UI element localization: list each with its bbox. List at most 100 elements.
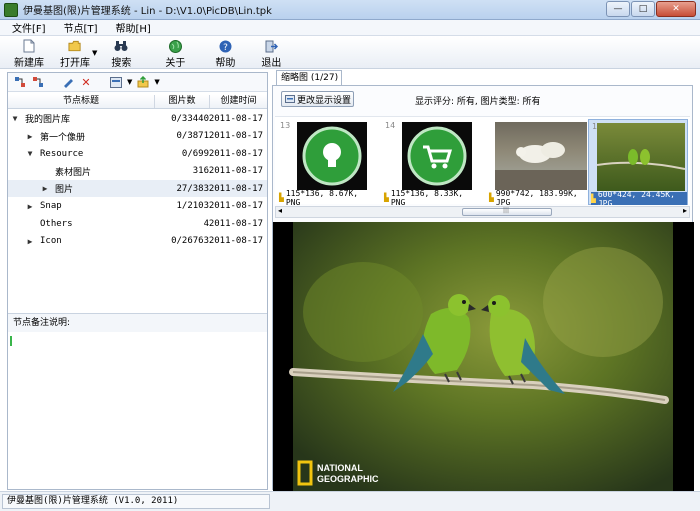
thumbnail-image (495, 122, 587, 190)
window-title: 伊曼基图(限)片管理系统 - Lin - D:\V1.0\PicDB\Lin.t… (23, 6, 272, 17)
open-library-button[interactable]: 打开库 (60, 37, 90, 69)
tree-row-date: 2011-08-17 (208, 148, 263, 159)
tree-row[interactable]: ▶ Snap 1/2103 2011-08-17 (8, 198, 267, 215)
thumbnail-item[interactable]: 13 ▙ 115*136, 8.67K, PNG (277, 119, 379, 207)
search-button[interactable]: 搜索 (111, 37, 131, 69)
folder-open-icon (68, 39, 82, 53)
maximize-button[interactable]: □ (631, 1, 655, 17)
tree-row[interactable]: ▶ 图片 27/383 2011-08-17 (8, 180, 267, 197)
new-library-button[interactable]: 新建库 (14, 37, 44, 69)
tree-row[interactable]: Others 4 2011-08-17 (8, 215, 267, 232)
menu-help[interactable]: 帮助[H] (103, 20, 156, 35)
main-toolbar: 新建库 打开库 ▼ 搜索 关于 ? 帮助 退出 (0, 37, 700, 69)
expander-icon[interactable]: ▶ (26, 132, 34, 141)
header-title[interactable]: 节点标题 (8, 95, 155, 108)
tree-row-date: 2011-08-17 (208, 131, 263, 141)
expander-icon[interactable]: ▶ (41, 184, 49, 193)
thumbnail-tab-content: 更改显示设置 显示评分: 所有, 图片类型: 所有 13 ▙ 115*136, … (272, 85, 694, 492)
watermark-line2: GEOGRAPHIC (317, 474, 379, 484)
header-count[interactable]: 图片数 (155, 95, 210, 108)
settings-icon (285, 95, 295, 103)
view-mode-dropdown-icon[interactable]: ▼ (127, 78, 132, 86)
menu-node[interactable]: 节点[T] (52, 20, 104, 35)
export-dropdown-icon[interactable]: ▼ (154, 78, 159, 86)
display-settings-button[interactable]: 更改显示设置 (281, 91, 354, 107)
thumbnail-item-selected[interactable]: 16 ▙ 600*424, 24.45K, JPG (588, 119, 688, 208)
display-settings-label: 更改显示设置 (297, 95, 352, 106)
thumbnail-item[interactable]: 14 ▙ 115*136, 8.33K, PNG (382, 119, 484, 207)
tree-toolbar: ✕ ▼ ▼ (8, 73, 267, 92)
exit-button[interactable]: 退出 (261, 37, 281, 69)
tree-row-count: 27/383 (176, 183, 209, 194)
thumbnail-image (597, 123, 685, 191)
star-icon: ▙ (591, 194, 596, 203)
tree-row[interactable]: ▶ Icon 0/26763 2011-08-17 (8, 233, 267, 250)
expander-icon[interactable]: ▼ (11, 114, 19, 123)
tree-row-label: 我的图片库 (25, 115, 71, 125)
tree-row-count: 0/3871 (176, 131, 209, 141)
globe-icon (168, 39, 182, 53)
thumbnail-caption: ▙ 115*136, 8.33K, PNG (384, 188, 480, 207)
tree-row-date: 2011-08-17 (208, 218, 263, 229)
view-mode-icon[interactable] (109, 76, 123, 89)
export-icon[interactable] (136, 76, 150, 89)
thumbnail-number: 13 (280, 121, 291, 130)
close-button[interactable]: ✕ (656, 1, 696, 17)
tree-row-label: Others (40, 218, 73, 229)
tree-row-date: 2011-08-17 (208, 166, 263, 176)
parrots-thumbnail-photo (597, 149, 685, 170)
expander-icon[interactable]: ▶ (26, 202, 34, 211)
expander-icon[interactable]: ▶ (26, 237, 34, 246)
new-document-icon (22, 39, 36, 53)
tree-row-label: 图片 (55, 185, 74, 195)
collapse-all-icon[interactable] (31, 76, 45, 89)
help-icon: ? (218, 39, 232, 53)
status-text: 伊曼基图(限)片管理系统 (V1.0, 2011) (2, 494, 270, 509)
scrollbar-thumb[interactable]: ||| (462, 207, 552, 216)
tree-row-date: 2011-08-17 (208, 183, 263, 194)
thumbnail-scrollbar[interactable]: ◂ ||| ▸ (275, 206, 690, 218)
tree-row[interactable]: ▶ 第一个像册 0/3871 2011-08-17 (8, 128, 267, 145)
node-notes-panel: 节点备注说明: (8, 313, 267, 489)
thumbnail-caption: ▙ 600*424, 24.45K, JPG (591, 189, 687, 208)
open-dropdown-icon[interactable]: ▼ (92, 49, 97, 57)
thumbnail-caption-text: 990*742, 183.99K, JPG (495, 188, 578, 207)
binoculars-icon (114, 39, 128, 53)
watermark-line1: NATIONAL (317, 463, 363, 473)
thumbnail-caption-text: 115*136, 8.33K, PNG (390, 188, 464, 207)
exit-icon (264, 39, 278, 53)
image-pane: 缩略图 (1/27) 更改显示设置 显示评分: 所有, 图片类型: 所有 13 … (272, 70, 694, 492)
polar-bears-photo (495, 142, 587, 190)
tree-row[interactable]: ▼ 我的图片库 0/33440 2011-08-17 (8, 110, 267, 127)
header-date[interactable]: 创建时间 (210, 95, 267, 108)
node-notes-input[interactable] (10, 336, 12, 346)
thumbnail-image (402, 122, 472, 190)
title-bar[interactable]: 伊曼基图(限)片管理系统 - Lin - D:\V1.0\PicDB\Lin.t… (0, 0, 700, 20)
tree-row-count: 0/26763 (171, 236, 209, 246)
thumbnail-caption: ▙ 115*136, 8.67K, PNG (279, 189, 375, 207)
delete-node-icon[interactable]: ✕ (79, 76, 93, 89)
tree-row-label: 素材图片 (55, 167, 92, 178)
edit-node-icon[interactable] (61, 76, 75, 89)
image-preview[interactable]: NATIONAL GEOGRAPHIC (273, 222, 694, 492)
menu-file[interactable]: 文件[F] (0, 20, 52, 35)
expand-all-icon[interactable] (13, 76, 27, 89)
about-label: 关于 (165, 58, 186, 69)
filter-status: 显示评分: 所有, 图片类型: 所有 (415, 97, 541, 107)
thumbnail-caption-text: 600*424, 24.45K, JPG (597, 189, 675, 208)
scroll-left-icon[interactable]: ◂ (278, 206, 282, 215)
thumbnail-caption: ▙ 990*742, 183.99K, JPG (489, 188, 585, 207)
scroll-right-icon[interactable]: ▸ (683, 206, 687, 215)
exit-label: 退出 (261, 58, 282, 69)
help-button[interactable]: ? 帮助 (215, 37, 235, 69)
tree-row[interactable]: 素材图片 316 2011-08-17 (8, 163, 267, 180)
tree-header: 节点标题 图片数 创建时间 (8, 95, 267, 109)
tab-thumbnails[interactable]: 缩略图 (1/27) (276, 70, 342, 85)
minimize-button[interactable]: — (606, 1, 630, 17)
expander-icon[interactable]: ▼ (26, 149, 34, 158)
tree-row[interactable]: ▼ Resource 0/699 2011-08-17 (8, 145, 267, 162)
about-button[interactable]: 关于 (165, 37, 185, 69)
star-icon: ▙ (489, 193, 494, 202)
tree-row-date: 2011-08-17 (208, 113, 263, 124)
thumbnail-item[interactable]: ▙ 990*742, 183.99K, JPG (487, 119, 589, 207)
